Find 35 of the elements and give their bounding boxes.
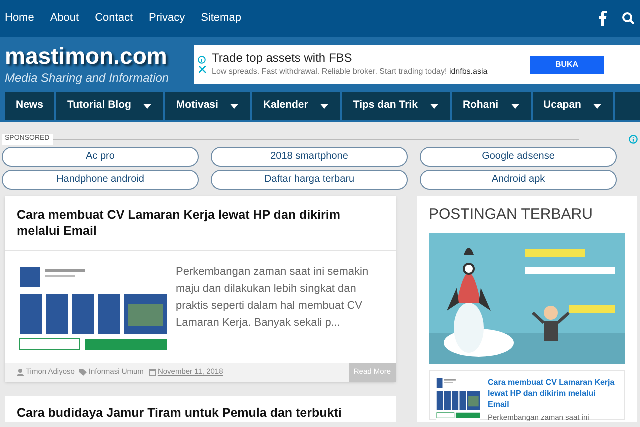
nav-link[interactable]: Privacy [149, 10, 186, 27]
sponsored-link[interactable]: Ac pro [2, 146, 199, 166]
nav-link[interactable]: Sitemap [201, 10, 242, 27]
sponsored-link[interactable]: Google adsense [420, 146, 617, 166]
site-title[interactable]: mastimon.com [5, 42, 190, 68]
sponsored-link[interactable]: Daftar harga terbaru [211, 170, 408, 190]
sponsored-link[interactable]: Android apk [420, 170, 617, 190]
nav-link[interactable]: Home [5, 10, 34, 27]
nav-link[interactable]: Contact [95, 10, 134, 27]
close-icon[interactable] [198, 66, 206, 73]
tagline: Media Sharing and Information [5, 70, 170, 86]
menu-item[interactable]: Motivasi [165, 92, 250, 120]
menu-bar-segment [615, 92, 640, 120]
post-title[interactable]: Cara membuat CV Lamaran Kerja lewat HP dan dikirim melalui Email [5, 196, 396, 250]
facebook-icon[interactable] [599, 11, 607, 26]
menu-item[interactable]: Kalender [252, 92, 340, 120]
menu-item[interactable]: Tips dan Trik [342, 92, 450, 120]
sidebar-title: POSTINGAN TERBARU [429, 204, 594, 224]
ad-button[interactable]: BUKA [530, 56, 604, 74]
sponsored-link[interactable]: Handphone android [2, 170, 199, 190]
ad-banner[interactable]: Trade top assets with FBS Low spreads. Fast withdrawal. Reliable broker. Start trading today! idnfbs.asia BUKA [194, 45, 640, 84]
calendar-icon [148, 368, 156, 376]
user-icon [17, 368, 24, 376]
ad-text: Low spreads. Fast withdrawal. Reliable broker. Start trading today! idnfbs.asia [212, 66, 489, 78]
post-excerpt: Perkembangan zaman saat ini semakin maju dan dilakukan lebih singkat dan praktis seperti dalam hal membuat CV Lamaran Kerja. Banyak sekali p... [176, 264, 370, 330]
menu-item[interactable]: Tutorial Blog [56, 92, 164, 120]
menu-item[interactable]: Rohani [452, 92, 531, 120]
menu-item[interactable]: Ucapan [532, 92, 614, 120]
sponsored-link[interactable]: 2018 smartphone [211, 146, 408, 166]
tag-icon [78, 368, 87, 376]
search-icon[interactable] [622, 12, 635, 25]
menu-item[interactable]: News [5, 92, 54, 120]
info-icon[interactable] [198, 56, 206, 64]
nav-link[interactable]: About [50, 10, 80, 27]
ad-headline[interactable]: Trade top assets with FBS [212, 51, 530, 66]
